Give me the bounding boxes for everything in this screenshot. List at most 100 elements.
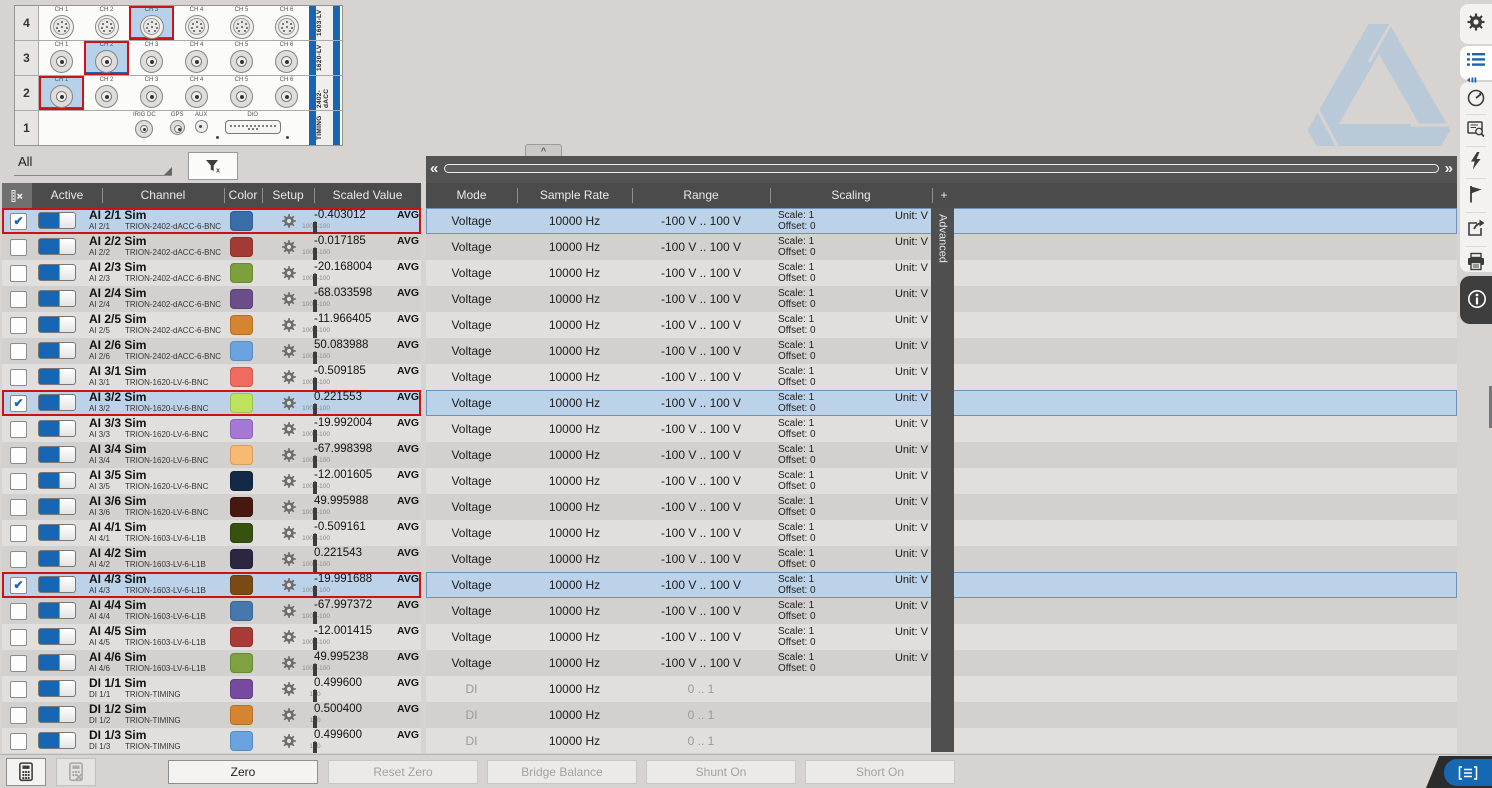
channel-connector[interactable]: CH 6 <box>264 6 309 40</box>
channel-row[interactable]: AI 4/2 SimAI 4/2TRION-1603-LV-6-L1B0.221… <box>2 546 1457 572</box>
channel-active-toggle[interactable] <box>38 446 76 463</box>
sample-rate-cell[interactable]: 10000 Hz <box>517 572 632 598</box>
channel-active-toggle[interactable] <box>38 316 76 333</box>
mode-cell[interactable]: Voltage <box>426 208 517 234</box>
trigger-lightning-icon[interactable] <box>1466 151 1486 171</box>
channel-color-swatch[interactable] <box>230 705 253 725</box>
header-scaled-value[interactable]: Scaled Value <box>314 183 421 208</box>
channel-connector[interactable]: CH 6 <box>264 76 309 110</box>
channel-row[interactable]: AI 4/5 SimAI 4/5TRION-1603-LV-6-L1B-12.0… <box>2 624 1457 650</box>
sample-rate-cell[interactable]: 10000 Hz <box>517 442 632 468</box>
channel-row[interactable]: AI 2/5 SimAI 2/5TRION-2402-dACC-6-BNC-11… <box>2 312 1457 338</box>
channel-active-toggle[interactable] <box>38 732 76 749</box>
scroll-right-icon[interactable]: » <box>1445 159 1453 179</box>
channel-connector[interactable]: CH 6 <box>264 41 309 75</box>
sample-rate-cell[interactable]: 10000 Hz <box>517 312 632 338</box>
channel-connector[interactable]: CH 1 <box>39 6 84 40</box>
range-cell[interactable]: -100 V .. 100 V <box>632 260 770 286</box>
channel-active-toggle[interactable] <box>38 264 76 281</box>
mode-cell[interactable]: Voltage <box>426 650 517 676</box>
channel-row[interactable]: AI 2/4 SimAI 2/4TRION-2402-dACC-6-BNC-68… <box>2 286 1457 312</box>
add-math-channel-button[interactable] <box>6 758 46 786</box>
channel-active-toggle[interactable] <box>38 550 76 567</box>
channel-checkbox[interactable] <box>10 525 27 542</box>
channel-connector[interactable]: CH 3 <box>129 76 174 110</box>
mode-cell[interactable]: Voltage <box>426 234 517 260</box>
channel-active-toggle[interactable] <box>38 602 76 619</box>
range-cell[interactable]: -100 V .. 100 V <box>632 572 770 598</box>
channel-setup-gear-icon[interactable] <box>281 473 297 489</box>
channel-checkbox[interactable] <box>10 499 27 516</box>
range-cell[interactable]: 0 .. 1 <box>632 728 770 753</box>
channel-setup-gear-icon[interactable] <box>281 681 297 697</box>
flag-marker-icon[interactable] <box>1466 184 1486 204</box>
channel-checkbox[interactable] <box>10 239 27 256</box>
channel-active-toggle[interactable] <box>38 498 76 515</box>
channel-connector[interactable]: CH 5 <box>219 76 264 110</box>
header-add-column-button[interactable]: + <box>932 183 956 208</box>
channel-checkbox[interactable] <box>10 291 27 308</box>
sample-rate-cell[interactable]: 10000 Hz <box>517 390 632 416</box>
channel-checkbox[interactable] <box>10 603 27 620</box>
channel-setup-gear-icon[interactable] <box>281 707 297 723</box>
mode-cell[interactable]: DI <box>426 728 517 753</box>
range-cell[interactable]: -100 V .. 100 V <box>632 442 770 468</box>
range-cell[interactable]: -100 V .. 100 V <box>632 234 770 260</box>
filter-button[interactable]: x <box>188 152 238 180</box>
channel-color-swatch[interactable] <box>230 679 253 699</box>
mode-cell[interactable]: Voltage <box>426 416 517 442</box>
info-icon[interactable] <box>1466 288 1486 308</box>
range-cell[interactable]: 0 .. 1 <box>632 676 770 702</box>
channel-row[interactable]: AI 3/6 SimAI 3/6TRION-1620-LV-6-BNC49.99… <box>2 494 1457 520</box>
channel-row[interactable]: AI 3/1 SimAI 3/1TRION-1620-LV-6-BNC-0.50… <box>2 364 1457 390</box>
mode-cell[interactable]: Voltage <box>426 520 517 546</box>
channel-checkbox[interactable]: ✔ <box>10 395 27 412</box>
channel-color-swatch[interactable] <box>230 575 253 595</box>
header-setup[interactable]: Setup <box>262 183 314 208</box>
bridge-balance-button[interactable]: Bridge Balance <box>487 760 637 784</box>
range-cell[interactable]: -100 V .. 100 V <box>632 650 770 676</box>
mode-cell[interactable]: Voltage <box>426 260 517 286</box>
channel-row[interactable]: AI 2/3 SimAI 2/3TRION-2402-dACC-6-BNC-20… <box>2 260 1457 286</box>
channel-color-swatch[interactable] <box>230 211 253 231</box>
channel-checkbox[interactable] <box>10 343 27 360</box>
channel-active-toggle[interactable] <box>38 706 76 723</box>
channel-setup-gear-icon[interactable] <box>281 655 297 671</box>
sample-rate-cell[interactable]: 10000 Hz <box>517 728 632 753</box>
sample-rate-cell[interactable]: 10000 Hz <box>517 234 632 260</box>
sample-rate-cell[interactable]: 10000 Hz <box>517 416 632 442</box>
channel-active-toggle[interactable] <box>38 238 76 255</box>
channel-connector[interactable]: CH 2 <box>84 41 129 75</box>
channel-connector[interactable]: CH 5 <box>219 41 264 75</box>
channel-connector[interactable]: CH 1 <box>39 41 84 75</box>
settings-gear-icon[interactable] <box>1466 12 1486 32</box>
channel-connector[interactable]: CH 3 <box>129 6 174 40</box>
channel-checkbox[interactable] <box>10 655 27 672</box>
mode-cell[interactable]: Voltage <box>426 442 517 468</box>
channel-color-swatch[interactable] <box>230 471 253 491</box>
range-cell[interactable]: -100 V .. 100 V <box>632 208 770 234</box>
range-cell[interactable]: 0 .. 1 <box>632 702 770 728</box>
channel-checkbox[interactable] <box>10 421 27 438</box>
scroll-left-icon[interactable]: « <box>430 159 438 179</box>
reset-zero-button[interactable]: Reset Zero <box>328 760 478 784</box>
channel-setup-gear-icon[interactable] <box>281 525 297 541</box>
channel-checkbox[interactable] <box>10 447 27 464</box>
channel-checkbox[interactable] <box>10 265 27 282</box>
channel-color-swatch[interactable] <box>230 289 253 309</box>
channel-setup-gear-icon[interactable] <box>281 239 297 255</box>
header-range[interactable]: Range <box>632 183 770 208</box>
aux-connector[interactable]: AUX <box>195 111 208 133</box>
export-icon[interactable] <box>1466 218 1486 238</box>
channel-row[interactable]: AI 3/5 SimAI 3/5TRION-1620-LV-6-BNC-12.0… <box>2 468 1457 494</box>
channel-active-toggle[interactable] <box>38 628 76 645</box>
header-active[interactable]: Active <box>32 183 102 208</box>
channel-checkbox[interactable] <box>10 733 27 750</box>
channel-active-toggle[interactable] <box>38 420 76 437</box>
gauge-icon[interactable] <box>1466 88 1486 108</box>
channel-setup-gear-icon[interactable] <box>281 213 297 229</box>
channel-color-swatch[interactable] <box>230 523 253 543</box>
channel-color-swatch[interactable] <box>230 601 253 621</box>
channel-checkbox[interactable] <box>10 629 27 646</box>
mode-cell[interactable]: Voltage <box>426 624 517 650</box>
